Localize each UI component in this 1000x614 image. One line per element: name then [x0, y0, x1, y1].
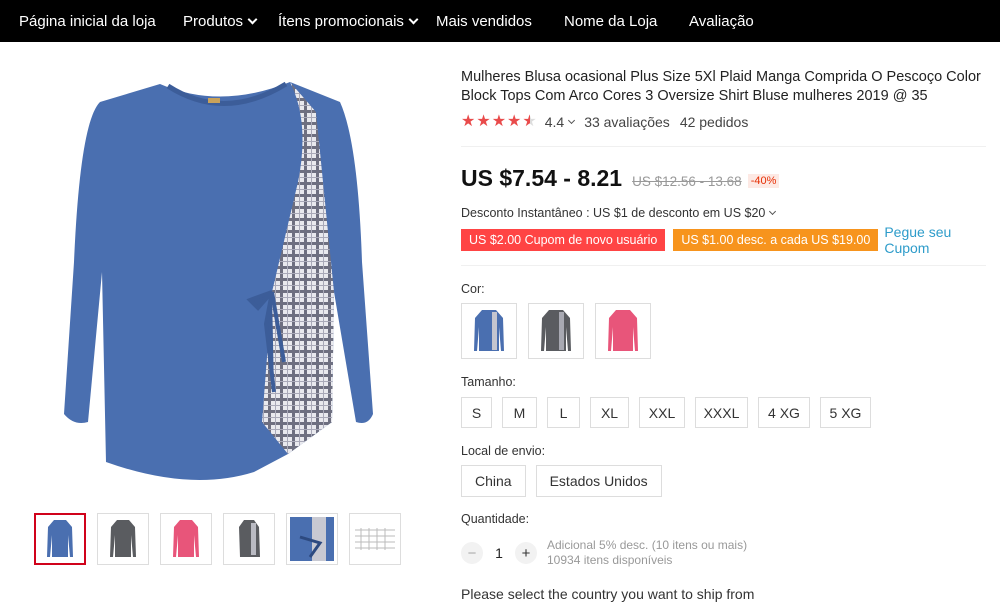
ship-from-options: China Estados Unidos	[461, 465, 662, 497]
star-icon: ★	[507, 113, 522, 130]
nav-reviews-label: Avaliação	[689, 12, 754, 30]
color-option-pink[interactable]	[595, 303, 651, 359]
size-label: Tamanho:	[461, 375, 516, 389]
top-nav: Página inicial da loja Produtos Ítens pr…	[0, 0, 1000, 42]
nav-best-sellers[interactable]: Mais vendidos	[436, 0, 532, 42]
select-country-message: Please select the country you want to sh…	[461, 586, 755, 602]
plus-icon[interactable]: +	[515, 542, 537, 564]
size-option-4xg[interactable]: 4 XG	[758, 397, 810, 428]
coupon-row: US $2.00 Cupom de novo usuário US $1.00 …	[461, 224, 1000, 256]
rating-value[interactable]: 4.4	[545, 114, 564, 130]
color-option-blue[interactable]	[461, 303, 517, 359]
nav-store-home-label: Página inicial da loja	[19, 12, 156, 30]
chevron-down-icon[interactable]	[568, 116, 576, 125]
star-icon: ★	[491, 113, 507, 130]
price-row: US $7.54 - 8.21 US $12.56 - 13.68 -40%	[461, 165, 780, 192]
get-coupon-link[interactable]: Pegue seu Cupom	[884, 224, 1000, 256]
ship-from-united-states[interactable]: Estados Unidos	[535, 465, 662, 497]
thumbnail-detail[interactable]	[286, 513, 338, 565]
bulk-discount-text: Adicional 5% desc. (10 itens ou mais)	[547, 538, 748, 552]
thumbnail-strip	[34, 513, 401, 565]
quantity-info: Adicional 5% desc. (10 itens ou mais) 10…	[547, 538, 747, 568]
size-option-xxl[interactable]: XXL	[639, 397, 685, 428]
star-icon: ★	[461, 113, 476, 130]
thumbnail-blue[interactable]	[34, 513, 86, 565]
size-option-m[interactable]: M	[502, 397, 537, 428]
divider	[461, 265, 986, 266]
nav-reviews[interactable]: Avaliação	[689, 0, 754, 42]
thumbnail-pink[interactable]	[160, 513, 212, 565]
nav-store-name-label: Nome da Loja	[564, 12, 658, 30]
thumbnail-size-chart[interactable]	[349, 513, 401, 565]
product-main-image[interactable]	[40, 62, 400, 502]
nav-products[interactable]: Produtos	[183, 0, 258, 42]
reviews-count[interactable]: 33 avaliações	[584, 114, 670, 130]
nav-best-sellers-label: Mais vendidos	[436, 12, 532, 30]
quantity-stepper: − 1 + Adicional 5% desc. (10 itens ou ma…	[461, 538, 747, 568]
available-stock-text: 10934 itens disponíveis	[547, 553, 673, 567]
original-price: US $12.56 - 13.68	[632, 174, 742, 189]
price: US $7.54 - 8.21	[461, 165, 623, 191]
size-option-xl[interactable]: XL	[590, 397, 629, 428]
color-options	[461, 303, 651, 359]
quantity-input[interactable]: 1	[483, 545, 515, 561]
chevron-down-icon	[408, 14, 419, 24]
quantity-label: Quantidade:	[461, 512, 530, 526]
nav-store-home[interactable]: Página inicial da loja	[19, 0, 156, 42]
nav-products-label: Produtos	[183, 12, 244, 30]
thumbnail-gray-side[interactable]	[223, 513, 275, 565]
chevron-down-icon	[247, 14, 258, 24]
ship-from-china[interactable]: China	[461, 465, 526, 497]
instant-discount[interactable]: Desconto Instantâneo : US $1 de desconto…	[461, 206, 785, 220]
ship-from-label: Local de envio:	[461, 444, 546, 458]
nav-promo-items-label: Ítens promocionais	[278, 12, 404, 30]
star-icon: ★	[476, 113, 491, 130]
size-option-xxxl[interactable]: XXXL	[695, 397, 748, 428]
product-title: Mulheres Blusa ocasional Plus Size 5Xl P…	[461, 69, 981, 104]
coupon-store-discount[interactable]: US $1.00 desc. a cada US $19.00	[673, 229, 879, 251]
color-option-gray[interactable]	[528, 303, 584, 359]
star-rating: ★ ★ ★ ★ ★	[461, 114, 537, 130]
coupon-new-user[interactable]: US $2.00 Cupom de novo usuário	[461, 229, 666, 251]
size-option-s[interactable]: S	[461, 397, 492, 428]
divider	[461, 146, 986, 147]
size-options: S M L XL XXL XXXL 4 XG 5 XG	[461, 397, 871, 428]
orders-count: 42 pedidos	[679, 114, 749, 130]
instant-discount-text: Desconto Instantâneo : US $1 de desconto…	[461, 206, 766, 220]
discount-badge: -40%	[747, 174, 780, 188]
minus-icon[interactable]: −	[461, 542, 483, 564]
star-half-icon: ★	[522, 113, 537, 130]
size-option-l[interactable]: L	[547, 397, 580, 428]
color-label: Cor:	[461, 282, 485, 296]
size-option-5xg[interactable]: 5 XG	[820, 397, 871, 428]
nav-promo-items[interactable]: Ítens promocionais	[278, 0, 419, 42]
rating-row: ★ ★ ★ ★ ★ 4.4 33 avaliações 42 pedidos	[461, 114, 749, 131]
nav-store-name[interactable]: Nome da Loja	[564, 0, 657, 42]
thumbnail-gray[interactable]	[97, 513, 149, 565]
chevron-down-icon	[769, 207, 777, 216]
